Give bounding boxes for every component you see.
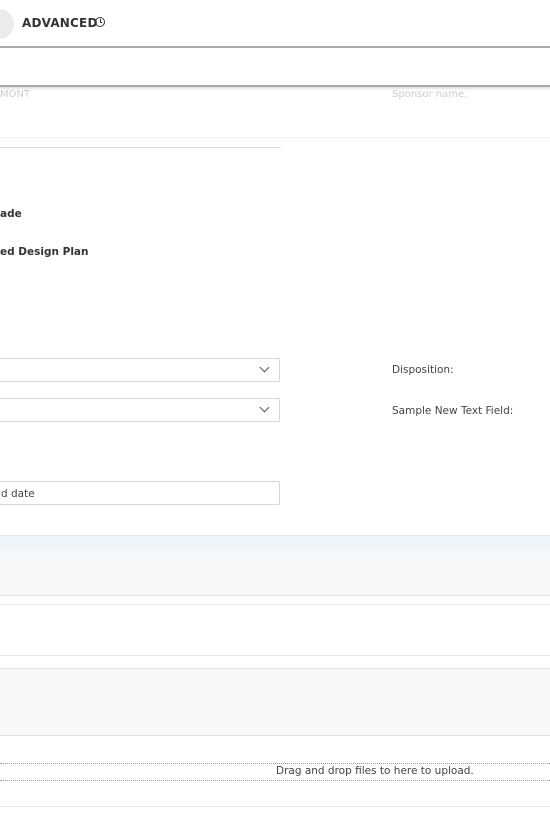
divider [0,655,550,656]
section-panel [0,551,550,596]
clock-icon [95,17,105,27]
date-input[interactable]: d date [0,481,280,505]
truncated-field-value: MONT [0,89,31,100]
advanced-tab[interactable]: ADVANCED [22,16,98,30]
sample-new-text-field-label: Sample New Text Field: [392,405,514,417]
field-bottom-border [0,147,281,148]
sponsor-name-placeholder[interactable]: Sponsor name. [392,89,467,100]
divider [0,806,550,807]
chevron-down-icon [259,362,270,373]
top-bar: ADVANCED [0,0,550,48]
drop-zone-hint: Drag and drop files to here to upload. [276,765,474,777]
toggle-pill[interactable] [0,9,14,39]
select-dropdown[interactable] [0,358,280,382]
sub-toolbar [0,48,550,87]
chevron-down-icon [259,402,270,413]
file-drop-zone[interactable]: Drag and drop files to here to upload. [0,763,550,781]
select-dropdown[interactable] [0,398,280,422]
section-header-band [0,535,550,552]
option-item[interactable]: ed Design Plan [0,246,88,258]
option-item[interactable]: ade [0,208,22,220]
date-field-value: d date [1,488,35,500]
disposition-label: Disposition: [392,364,454,376]
section-panel [0,668,550,736]
divider [0,604,550,605]
divider [0,137,550,138]
